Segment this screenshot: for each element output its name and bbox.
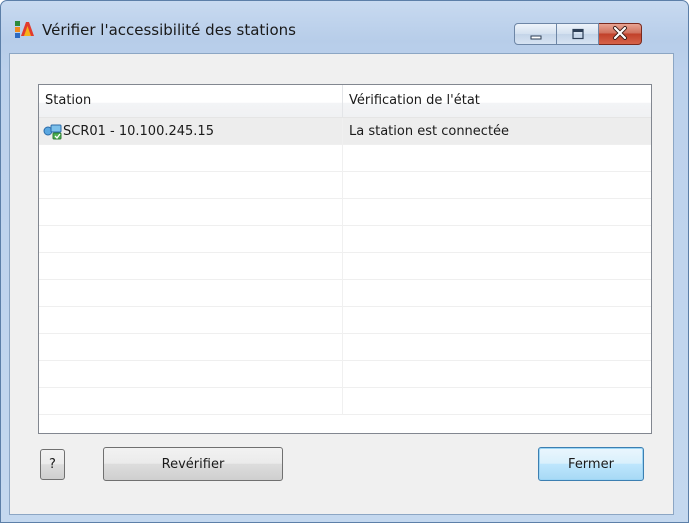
avg-logo-icon xyxy=(15,18,35,38)
empty-row xyxy=(39,253,651,280)
dialog-content: Station Vérification de l'état SCR01 - 1… xyxy=(9,53,674,515)
window-controls xyxy=(514,23,642,45)
empty-row xyxy=(39,199,651,226)
empty-row xyxy=(39,307,651,334)
close-icon xyxy=(612,25,628,44)
list-rows: SCR01 - 10.100.245.15 La station est con… xyxy=(39,118,651,415)
empty-cell xyxy=(39,199,343,226)
empty-row xyxy=(39,226,651,253)
window-title: Vérifier l'accessibilité des stations xyxy=(42,21,296,39)
status-cell: La station est connectée xyxy=(349,124,510,139)
close-button[interactable]: Fermer xyxy=(538,447,644,481)
station-name: SCR01 - 10.100.245.15 xyxy=(63,124,214,139)
maximize-button[interactable] xyxy=(557,23,599,45)
empty-cell xyxy=(39,361,343,388)
empty-cell xyxy=(39,172,343,199)
empty-cell xyxy=(39,226,343,253)
empty-row xyxy=(39,172,651,199)
close-window-button[interactable] xyxy=(599,23,642,45)
dialog-window: Vérifier l'accessibilité des stations St… xyxy=(0,0,689,523)
empty-cell xyxy=(39,334,343,361)
empty-cell xyxy=(39,280,343,307)
recheck-button[interactable]: Revérifier xyxy=(103,447,283,481)
empty-cell xyxy=(39,253,343,280)
empty-row xyxy=(39,388,651,415)
empty-cell xyxy=(39,307,343,334)
network-station-icon xyxy=(43,122,63,140)
empty-row xyxy=(39,334,651,361)
minimize-button[interactable] xyxy=(514,23,557,45)
minimize-icon xyxy=(529,25,543,44)
help-button[interactable]: ? xyxy=(40,449,65,480)
station-list[interactable]: Station Vérification de l'état SCR01 - 1… xyxy=(38,84,652,434)
column-header-status[interactable]: Vérification de l'état xyxy=(343,85,651,117)
empty-row xyxy=(39,280,651,307)
empty-row xyxy=(39,145,651,172)
empty-row xyxy=(39,361,651,388)
title-bar[interactable]: Vérifier l'accessibilité des stations xyxy=(1,1,688,45)
list-header: Station Vérification de l'état xyxy=(39,85,651,118)
station-cell: SCR01 - 10.100.245.15 xyxy=(39,118,343,145)
empty-cell xyxy=(39,145,343,172)
table-row[interactable]: SCR01 - 10.100.245.15 La station est con… xyxy=(39,118,651,145)
empty-cell xyxy=(39,388,343,415)
column-header-station[interactable]: Station xyxy=(39,85,343,117)
maximize-icon xyxy=(571,25,585,44)
